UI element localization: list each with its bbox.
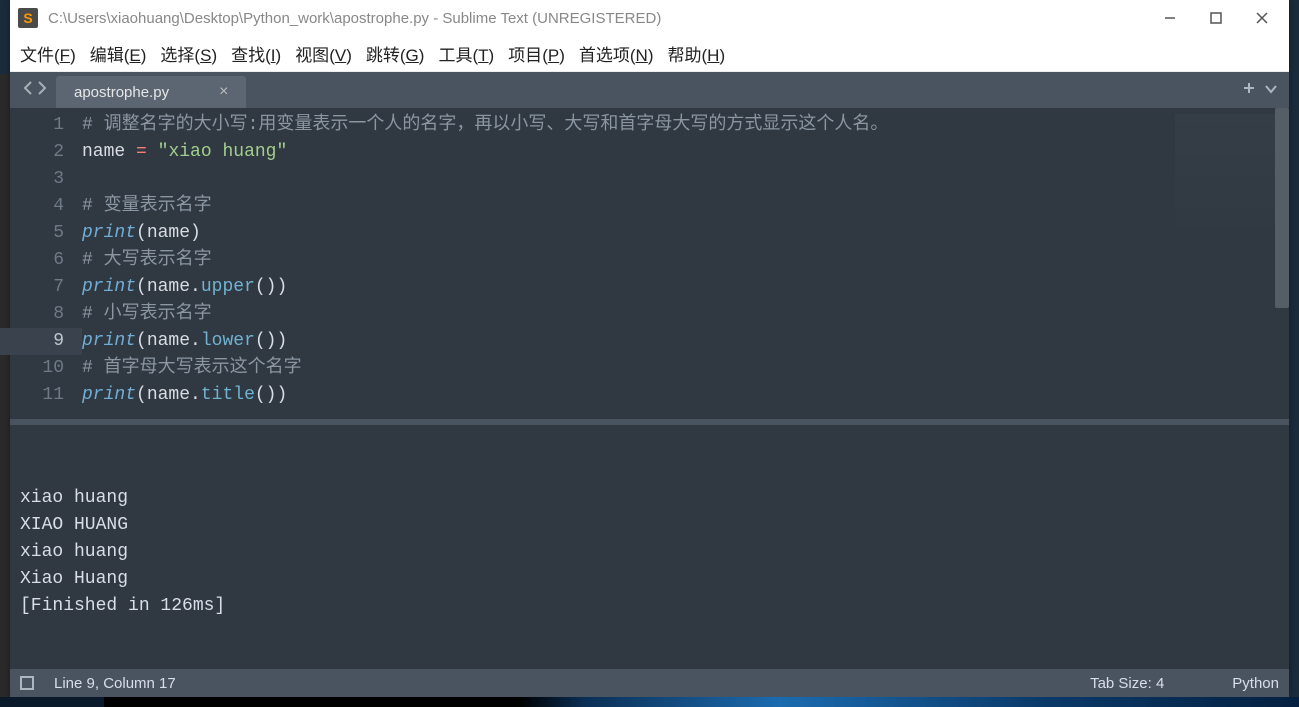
minimap[interactable] [1175, 114, 1275, 244]
menu-file[interactable]: 文件(F) [20, 41, 76, 66]
panel-toggle-icon[interactable] [20, 676, 34, 690]
tab-overflow-button[interactable] [1265, 81, 1277, 99]
line-number[interactable]: 5 [10, 220, 64, 247]
tab-close-button[interactable]: × [219, 83, 228, 101]
line-number[interactable]: 10 [10, 355, 64, 382]
menu-find[interactable]: 查找(I) [231, 41, 281, 66]
nav-back-button[interactable] [22, 81, 34, 100]
plus-icon [1243, 82, 1255, 94]
menu-tools[interactable]: 工具(T) [438, 41, 494, 66]
new-tab-button[interactable] [1243, 81, 1255, 99]
app-logo-icon: S [18, 8, 38, 28]
line-gutter[interactable]: 1234567891011 [10, 112, 82, 409]
line-number[interactable]: 9 [0, 328, 82, 355]
menubar: 文件(F) 编辑(E) 选择(S) 查找(I) 视图(V) 跳转(G) 工具(T… [10, 36, 1289, 72]
tab-label: apostrophe.py [74, 84, 169, 101]
tab-apostrophe[interactable]: apostrophe.py × [56, 76, 246, 108]
output-line: xiao huang [20, 539, 1279, 566]
output-line: Xiao Huang [20, 566, 1279, 593]
vertical-scrollbar[interactable] [1275, 108, 1289, 308]
code-content[interactable]: # 调整名字的大小写:用变量表示一个人的名字，再以小写、大写和首字母大写的方式显… [82, 112, 1289, 409]
maximize-icon [1210, 12, 1222, 24]
code-line[interactable]: print(name.lower()) [82, 328, 1289, 355]
window-title: C:\Users\xiaohuang\Desktop\Python_work\a… [48, 10, 1147, 27]
code-line[interactable]: # 大写表示名字 [82, 247, 1289, 274]
tab-size[interactable]: Tab Size: 4 [1090, 675, 1164, 692]
line-number[interactable]: 11 [10, 382, 64, 409]
menu-goto[interactable]: 跳转(G) [366, 41, 425, 66]
menu-edit[interactable]: 编辑(E) [90, 41, 147, 66]
line-number[interactable]: 7 [10, 274, 64, 301]
menu-view[interactable]: 视图(V) [295, 41, 352, 66]
output-line: XIAO HUANG [20, 512, 1279, 539]
taskbar-sliver [0, 697, 1299, 707]
chevron-down-icon [1265, 84, 1277, 94]
statusbar: Line 9, Column 17 Tab Size: 4 Python [10, 669, 1289, 697]
syntax-mode[interactable]: Python [1232, 675, 1279, 692]
line-number[interactable]: 8 [10, 301, 64, 328]
nav-forward-button[interactable] [36, 81, 48, 100]
code-line[interactable]: print(name.upper()) [82, 274, 1289, 301]
menu-help[interactable]: 帮助(H) [668, 41, 726, 66]
code-line[interactable] [82, 166, 1289, 193]
editor-area: 1234567891011 # 调整名字的大小写:用变量表示一个人的名字，再以小… [10, 108, 1289, 669]
menu-select[interactable]: 选择(S) [160, 41, 217, 66]
line-number[interactable]: 3 [10, 166, 64, 193]
line-number[interactable]: 6 [10, 247, 64, 274]
menu-project[interactable]: 项目(P) [508, 41, 565, 66]
output-line: xiao huang [20, 485, 1279, 512]
code-line[interactable]: name = "xiao huang" [82, 139, 1289, 166]
cursor-position[interactable]: Line 9, Column 17 [54, 675, 176, 692]
output-line: [Finished in 126ms] [20, 593, 1279, 620]
code-line[interactable]: # 调整名字的大小写:用变量表示一个人的名字，再以小写、大写和首字母大写的方式显… [82, 112, 1289, 139]
maximize-button[interactable] [1193, 2, 1239, 34]
code-line[interactable]: # 变量表示名字 [82, 193, 1289, 220]
code-line[interactable]: # 小写表示名字 [82, 301, 1289, 328]
menu-prefs[interactable]: 首选项(N) [579, 41, 654, 66]
line-number[interactable]: 1 [10, 112, 64, 139]
app-window: S C:\Users\xiaohuang\Desktop\Python_work… [10, 0, 1289, 697]
titlebar[interactable]: S C:\Users\xiaohuang\Desktop\Python_work… [10, 0, 1289, 36]
chevron-left-icon [22, 81, 34, 95]
minimize-icon [1164, 12, 1176, 24]
close-button[interactable] [1239, 2, 1285, 34]
code-line[interactable]: # 首字母大写表示这个名字 [82, 355, 1289, 382]
code-editor[interactable]: 1234567891011 # 调整名字的大小写:用变量表示一个人的名字，再以小… [10, 108, 1289, 419]
minimize-button[interactable] [1147, 2, 1193, 34]
code-line[interactable]: print(name.title()) [82, 382, 1289, 409]
line-number[interactable]: 2 [10, 139, 64, 166]
line-number[interactable]: 4 [10, 193, 64, 220]
build-output[interactable]: xiao huangXIAO HUANGxiao huangXiao Huang… [10, 425, 1289, 669]
tabbar: apostrophe.py × [10, 72, 1289, 108]
chevron-right-icon [36, 81, 48, 95]
close-icon [1256, 12, 1268, 24]
background-window-edge [0, 74, 10, 697]
code-line[interactable]: print(name) [82, 220, 1289, 247]
